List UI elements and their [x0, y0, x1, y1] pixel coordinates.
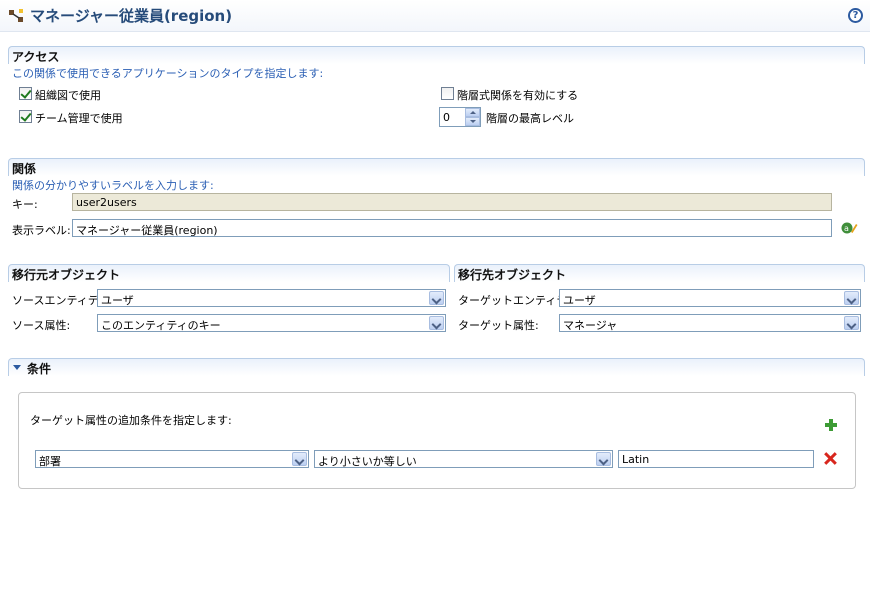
- spinner-buttons: [465, 108, 480, 126]
- edit-label-icon[interactable]: a: [840, 220, 858, 236]
- conditions-panel: [18, 392, 856, 489]
- org-chart-label: 組織図で使用: [35, 89, 101, 102]
- chevron-down-icon[interactable]: [844, 291, 859, 305]
- org-chart-checkbox[interactable]: [19, 87, 32, 100]
- max-level-spinner[interactable]: 0: [439, 107, 481, 127]
- target-attr-label: ターゲット属性:: [458, 319, 539, 332]
- relationship-icon: [9, 9, 23, 22]
- access-section-header: [8, 46, 865, 64]
- condition-attribute-value: 部署: [39, 455, 61, 468]
- svg-text:a: a: [844, 224, 849, 233]
- hierarchy-checkbox[interactable]: [441, 87, 454, 100]
- source-entity-select[interactable]: ユーザ: [97, 289, 446, 307]
- team-management-checkbox[interactable]: [19, 110, 32, 123]
- target-section-title: 移行先オブジェクト: [458, 268, 567, 282]
- condition-attribute-select[interactable]: 部署: [35, 450, 309, 468]
- access-section-description: この関係で使用できるアプリケーションのタイプを指定します:: [12, 67, 324, 80]
- spinner-up-button[interactable]: [465, 108, 480, 117]
- source-entity-value: ユーザ: [101, 294, 134, 307]
- relationship-section-description: 関係の分かりやすいラベルを入力します:: [12, 179, 214, 192]
- conditions-section-title: 条件: [27, 362, 52, 376]
- editor-title-bar: マネージャー従業員(region) ?: [0, 0, 870, 32]
- chevron-down-icon[interactable]: [429, 316, 444, 330]
- hierarchy-label: 階層式関係を有効にする: [457, 89, 579, 102]
- access-section-title: アクセス: [12, 50, 60, 64]
- condition-operator-select[interactable]: より小さいか等しい: [314, 450, 613, 468]
- display-label-label: 表示ラベル:: [12, 224, 71, 237]
- page-title: マネージャー従業員(region): [30, 7, 233, 25]
- help-icon[interactable]: ?: [848, 8, 863, 23]
- display-label-field[interactable]: マネージャー従業員(region): [72, 219, 832, 237]
- collapse-icon[interactable]: [13, 365, 21, 370]
- condition-operator-value: より小さいか等しい: [318, 455, 417, 468]
- source-attr-select[interactable]: このエンティティのキー: [97, 314, 446, 332]
- target-attr-value: マネージャ: [563, 319, 618, 332]
- chevron-down-icon[interactable]: [844, 316, 859, 330]
- chevron-down-icon[interactable]: [292, 452, 307, 466]
- add-condition-icon[interactable]: [824, 418, 838, 432]
- chevron-down-icon[interactable]: [596, 452, 611, 466]
- key-field[interactable]: user2users: [72, 193, 832, 211]
- key-label: キー:: [12, 198, 38, 211]
- max-level-label: 階層の最高レベル: [486, 112, 574, 125]
- team-management-label: チーム管理で使用: [35, 112, 123, 125]
- source-attr-label: ソース属性:: [12, 319, 71, 332]
- spinner-down-button[interactable]: [465, 117, 480, 126]
- target-entity-select[interactable]: ユーザ: [559, 289, 861, 307]
- relationship-section-title: 関係: [12, 162, 37, 176]
- conditions-section-header[interactable]: [8, 358, 865, 376]
- chevron-down-icon[interactable]: [429, 291, 444, 305]
- source-attr-value: このエンティティのキー: [101, 319, 221, 332]
- conditions-description: ターゲット属性の追加条件を指定します:: [30, 414, 232, 427]
- source-section-title: 移行元オブジェクト: [12, 268, 121, 282]
- max-level-value: 0: [443, 111, 450, 124]
- relationship-section-header: [8, 158, 865, 176]
- delete-condition-icon[interactable]: [823, 451, 838, 466]
- condition-value-field[interactable]: Latin: [618, 450, 814, 468]
- target-entity-value: ユーザ: [563, 294, 596, 307]
- target-attr-select[interactable]: マネージャ: [559, 314, 861, 332]
